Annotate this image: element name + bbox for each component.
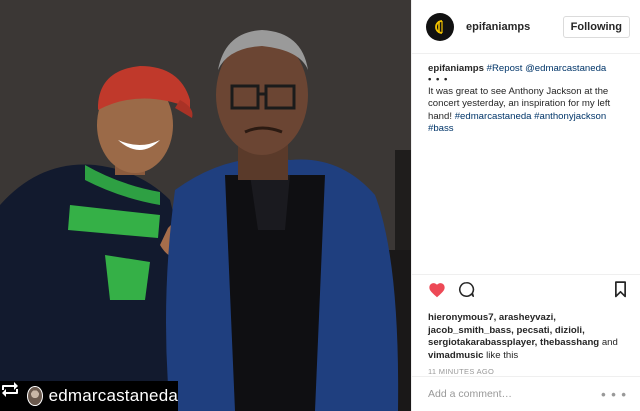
brand-logo-icon[interactable]	[426, 12, 454, 41]
post-actions: hieronymous7, arasheyvazi, jacob_smith_b…	[412, 274, 640, 376]
comment-icon[interactable]	[458, 281, 475, 303]
post-caption: epifaniamps #Repost @edmarcastaneda • • …	[412, 54, 640, 136]
repost-icon	[2, 382, 21, 404]
liker-names[interactable]: hieronymous7, arasheyvazi, jacob_smith_b…	[428, 312, 599, 348]
comment-bar: • • •	[412, 376, 640, 411]
post-header: epifaniamps Following	[412, 0, 640, 54]
liker-last-name[interactable]: vimadmusic	[428, 350, 483, 361]
likes-and-word: and	[599, 337, 618, 348]
post-timestamp[interactable]: 11 MINUTES AGO	[428, 367, 627, 376]
photo-illustration	[0, 0, 411, 411]
caption-username[interactable]: epifaniamps	[428, 63, 484, 74]
likes-suffix: like this	[483, 349, 519, 361]
caption-repost-tag[interactable]: #Repost	[487, 63, 523, 74]
heart-icon[interactable]	[428, 282, 446, 303]
repost-avatar	[27, 386, 43, 406]
repost-username: edmarcastaneda	[48, 386, 178, 405]
add-comment-input[interactable]	[428, 388, 602, 400]
more-options-icon[interactable]: • • •	[601, 387, 627, 402]
post-side-panel: epifaniamps Following epifaniamps #Repos…	[411, 0, 640, 411]
bookmark-icon[interactable]	[614, 281, 627, 303]
post-photo[interactable]: edmarcastaneda	[0, 0, 411, 411]
caption-mention[interactable]: @edmarcastaneda	[525, 63, 606, 74]
caption-hashtags[interactable]: #edmarcastaneda #anthonyjackson #bass	[428, 111, 606, 135]
header-username[interactable]: epifaniamps	[466, 21, 563, 33]
repost-credit-bar: edmarcastaneda	[0, 381, 178, 411]
likes-summary: hieronymous7, arasheyvazi, jacob_smith_b…	[428, 312, 627, 362]
following-button[interactable]: Following	[562, 15, 630, 38]
caption-dots: • • •	[428, 73, 449, 85]
